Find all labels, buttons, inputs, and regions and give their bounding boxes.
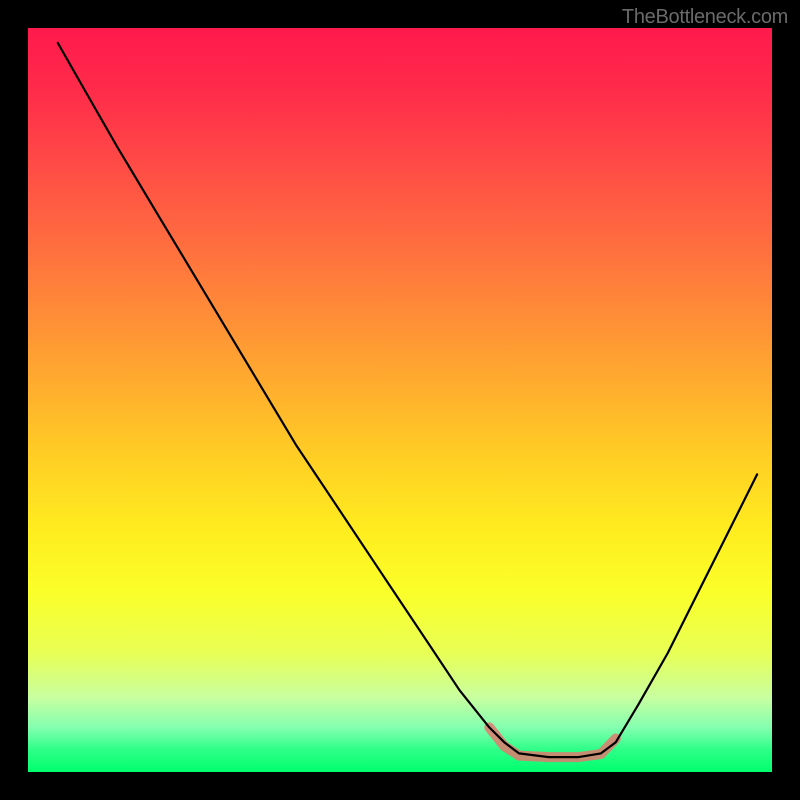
chart-highlight-segment [489, 727, 616, 757]
chart-plot-area [28, 28, 772, 772]
chart-curve [58, 43, 757, 757]
watermark-text: TheBottleneck.com [622, 6, 788, 29]
chart-svg [28, 28, 772, 772]
